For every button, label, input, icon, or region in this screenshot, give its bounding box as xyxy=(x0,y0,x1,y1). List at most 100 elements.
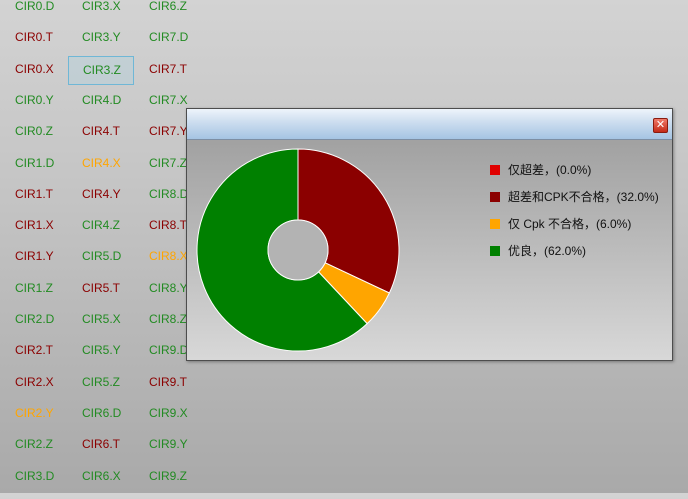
circuit-cell-label: CIR7.D xyxy=(149,30,189,45)
circuit-cell[interactable]: CIR4.Y xyxy=(82,186,148,217)
chart-legend: 仅超差，(0.0%) 超差和CPK不合格，(32.0%) 仅 Cpk 不合格，(6.… xyxy=(490,156,659,264)
circuit-cell-label: CIR8.D xyxy=(149,186,189,201)
circuit-cell-label: CIR3.Y xyxy=(82,30,121,45)
circuit-cell[interactable]: CIR6.D xyxy=(82,405,148,436)
circuit-cell[interactable]: CIR5.T xyxy=(82,280,148,311)
legend-label: 优良，(62.0%) xyxy=(508,244,587,258)
circuit-cell[interactable]: CIR4.T xyxy=(82,125,148,154)
circuit-cell-label: CIR5.T xyxy=(82,280,121,295)
circuit-cell[interactable]: CIR1.Y xyxy=(15,250,81,279)
circuit-cell[interactable]: CIR6.T xyxy=(82,438,148,467)
circuit-cell[interactable]: CIR4.Z xyxy=(82,219,148,248)
circuit-cell-label: CIR1.D xyxy=(15,155,55,170)
legend-item: 仅 Cpk 不合格，(6.0%) xyxy=(490,210,659,237)
legend-label: 超差和CPK不合格，(32.0%) xyxy=(508,190,659,204)
circuit-cell-label: CIR5.D xyxy=(82,249,122,264)
circuit-cell[interactable]: CIR2.Y xyxy=(15,405,81,436)
circuit-cell[interactable]: CIR7.D xyxy=(149,31,215,60)
circuit-cell-label: CIR5.Z xyxy=(82,374,121,389)
circuit-cell-label: CIR8.T xyxy=(149,218,188,233)
circuit-cell[interactable]: CIR0.D xyxy=(15,0,81,29)
circuit-cell[interactable]: CIR7.T xyxy=(149,61,215,92)
circuit-cell-label: CIR0.T xyxy=(15,30,54,45)
circuit-cell[interactable]: CIR3.X xyxy=(82,0,148,29)
circuit-cell-label: CIR4.X xyxy=(82,155,121,170)
circuit-cell-label: CIR9.D xyxy=(149,343,189,358)
circuit-cell[interactable]: CIR4.X xyxy=(82,155,148,186)
circuit-cell[interactable]: CIR1.Z xyxy=(15,280,81,311)
circuit-cell-label: CIR4.Z xyxy=(82,218,121,233)
legend-swatch xyxy=(490,218,500,229)
circuit-cell[interactable]: CIR5.D xyxy=(82,250,148,279)
legend-item: 超差和CPK不合格，(32.0%) xyxy=(490,183,659,210)
circuit-cell-label: CIR3.Z xyxy=(83,62,122,77)
legend-item: 仅超差，(0.0%) xyxy=(490,156,659,183)
circuit-cell-label: CIR2.X xyxy=(15,374,54,389)
circuit-cell[interactable]: CIR6.X xyxy=(82,468,148,499)
circuit-cell[interactable]: CIR1.D xyxy=(15,155,81,186)
circuit-cell-label: CIR8.Z xyxy=(149,312,188,326)
circuit-cell-label: CIR9.X xyxy=(149,405,188,420)
circuit-cell-label: CIR8.X xyxy=(149,249,188,264)
circuit-cell-label: CIR6.Z xyxy=(149,0,188,13)
circuit-cell-label: CIR3.X xyxy=(82,0,121,13)
circuit-cell[interactable]: CIR0.Z xyxy=(15,125,81,154)
donut-chart xyxy=(196,148,400,352)
circuit-cell[interactable]: CIR9.Y xyxy=(149,438,215,467)
circuit-cell[interactable]: CIR2.Z xyxy=(15,438,81,467)
legend-swatch xyxy=(490,164,500,175)
circuit-cell-label: CIR2.Z xyxy=(15,437,54,452)
circuit-cell-label: CIR5.X xyxy=(82,312,121,326)
circuit-cell-label: CIR1.Y xyxy=(15,249,54,264)
circuit-cell-label: CIR1.X xyxy=(15,218,54,233)
legend-label: 仅超差，(0.0%) xyxy=(508,163,592,177)
circuit-cell[interactable]: CIR4.D xyxy=(82,92,148,123)
chart-popup-window: ✕ 仅超差，(0.0%) 超差和CPK不合格，(32.0%) 仅 Cpk 不合格，(… xyxy=(186,108,673,361)
circuit-cell-label: CIR7.Y xyxy=(149,124,188,139)
circuit-cell[interactable]: CIR3.D xyxy=(15,468,81,499)
circuit-cell-label: CIR0.Z xyxy=(15,124,54,139)
circuit-cell[interactable]: CIR1.X xyxy=(15,219,81,248)
circuit-cell-label: CIR2.Y xyxy=(15,405,54,420)
legend-item: 优良，(62.0%) xyxy=(490,237,659,264)
circuit-cell-label: CIR6.X xyxy=(82,468,121,483)
circuit-cell[interactable]: CIR3.Z xyxy=(68,55,134,85)
circuit-cell[interactable]: CIR5.Z xyxy=(82,374,148,405)
legend-swatch xyxy=(490,191,500,202)
circuit-cell-label: CIR2.D xyxy=(15,312,55,326)
circuit-cell[interactable]: CIR9.T xyxy=(149,374,215,405)
circuit-cell-label: CIR0.Y xyxy=(15,92,54,107)
circuit-cell[interactable]: CIR1.T xyxy=(15,186,81,217)
circuit-cell-label: CIR1.Z xyxy=(15,280,54,295)
circuit-cell-label: CIR4.D xyxy=(82,92,122,107)
circuit-cell[interactable]: CIR5.Y xyxy=(82,344,148,373)
circuit-cell-label: CIR5.Y xyxy=(82,343,121,358)
circuit-cell-label: CIR2.T xyxy=(15,343,54,358)
close-icon[interactable]: ✕ xyxy=(653,118,668,133)
circuit-cell-label: CIR9.T xyxy=(149,374,188,389)
popup-title-bar[interactable]: ✕ xyxy=(187,109,672,140)
circuit-cell-label: CIR3.D xyxy=(15,468,55,483)
circuit-cell-label: CIR7.Z xyxy=(149,155,188,170)
circuit-cell-label: CIR9.Y xyxy=(149,437,188,452)
circuit-cell[interactable]: CIR5.X xyxy=(82,313,148,342)
circuit-cell-label: CIR7.X xyxy=(149,92,188,107)
circuit-cell-label: CIR6.D xyxy=(82,405,122,420)
circuit-cell-label: CIR7.T xyxy=(149,61,188,76)
circuit-cell-label: CIR4.Y xyxy=(82,186,121,201)
circuit-cell-label: CIR6.T xyxy=(82,437,121,452)
circuit-cell[interactable]: CIR2.T xyxy=(15,344,81,373)
legend-swatch xyxy=(490,245,500,256)
circuit-cell-label: CIR8.Y xyxy=(149,280,188,295)
legend-label: 仅 Cpk 不合格，(6.0%) xyxy=(508,217,632,231)
circuit-cell-label: CIR0.X xyxy=(15,61,54,76)
circuit-cell[interactable]: CIR6.Z xyxy=(149,0,215,29)
circuit-cell[interactable]: CIR2.D xyxy=(15,313,81,342)
circuit-cell[interactable]: CIR0.Y xyxy=(15,92,81,123)
circuit-cell[interactable]: CIR9.X xyxy=(149,405,215,436)
circuit-cell-label: CIR1.T xyxy=(15,186,54,201)
donut-hole xyxy=(267,219,329,281)
circuit-cell-label: CIR4.T xyxy=(82,124,121,139)
circuit-cell[interactable]: CIR9.Z xyxy=(149,469,215,499)
circuit-cell[interactable]: CIR2.X xyxy=(15,374,81,405)
